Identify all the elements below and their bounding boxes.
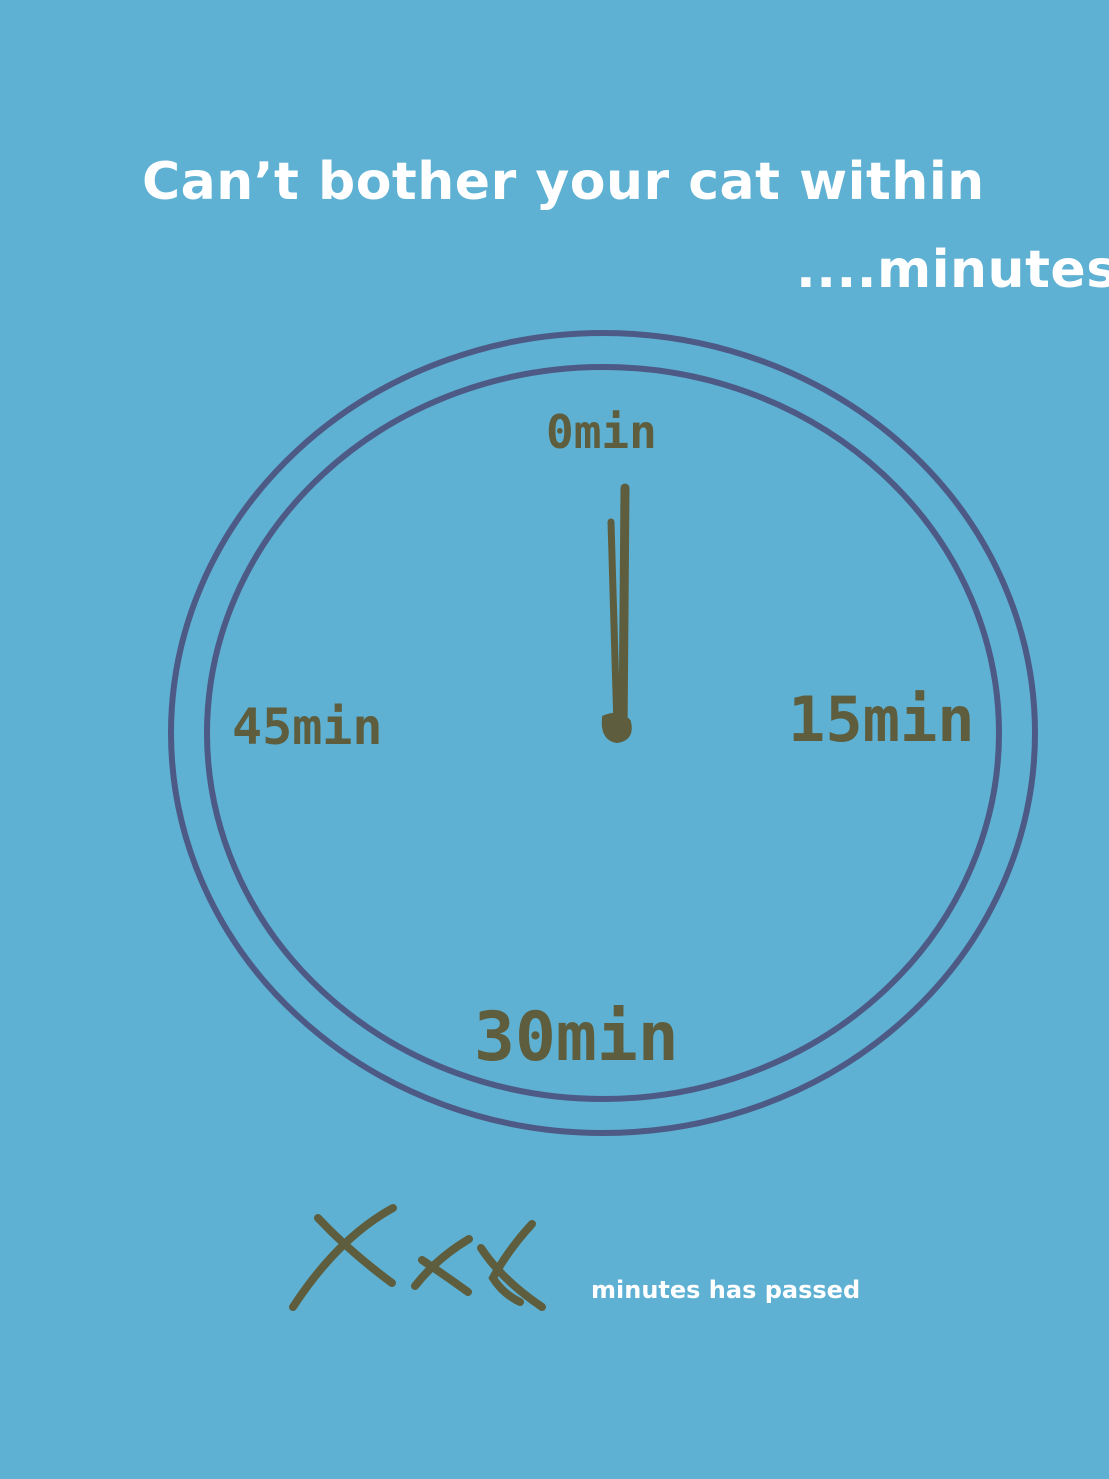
clock-hand xyxy=(601,483,632,744)
tally-marks xyxy=(289,1204,546,1311)
tally-mark-1 xyxy=(314,1214,396,1287)
minutes-passed-caption: minutes has passed xyxy=(591,1276,861,1304)
label-0min: 0min xyxy=(546,405,657,459)
clock-face: 0min 15min 30min 45min xyxy=(168,330,1038,1311)
label-30min: 30min xyxy=(474,998,679,1077)
tally-mark-1-cross xyxy=(289,1204,397,1311)
tally-mark-3-cross xyxy=(488,1220,536,1306)
label-15min: 15min xyxy=(788,683,975,756)
label-45min: 45min xyxy=(232,698,383,756)
